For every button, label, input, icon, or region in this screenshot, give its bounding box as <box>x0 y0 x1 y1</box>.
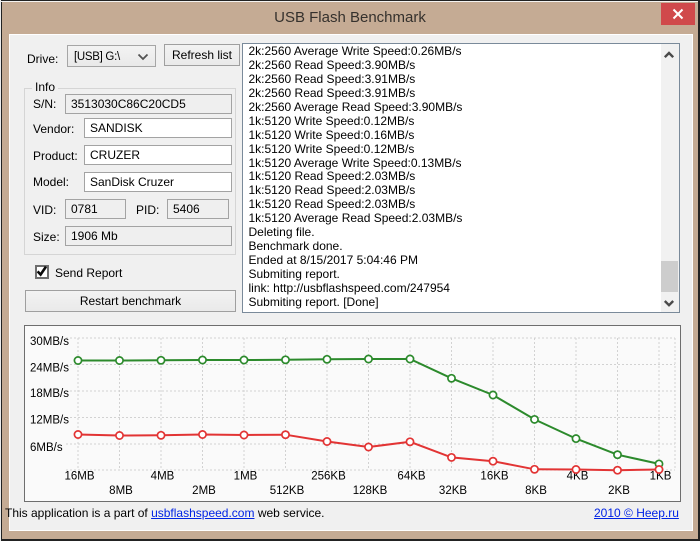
svg-text:12MB/s: 12MB/s <box>30 415 69 427</box>
svg-text:32KB: 32KB <box>439 485 467 497</box>
svg-text:2KB: 2KB <box>608 485 630 497</box>
svg-text:8KB: 8KB <box>525 485 547 497</box>
svg-text:16KB: 16KB <box>480 471 508 483</box>
svg-text:24MB/s: 24MB/s <box>30 363 69 375</box>
svg-text:2MB: 2MB <box>192 485 216 497</box>
svg-text:6MB/s: 6MB/s <box>30 442 63 454</box>
svg-text:16MB: 16MB <box>64 471 94 483</box>
svg-text:18MB/s: 18MB/s <box>30 388 69 400</box>
svg-text:30MB/s: 30MB/s <box>30 336 69 348</box>
svg-text:256KB: 256KB <box>311 471 346 483</box>
svg-text:1MB: 1MB <box>234 471 258 483</box>
svg-text:128KB: 128KB <box>353 485 388 497</box>
svg-text:64KB: 64KB <box>397 471 425 483</box>
svg-text:8MB: 8MB <box>109 485 133 497</box>
svg-text:512KB: 512KB <box>270 485 305 497</box>
svg-text:4MB: 4MB <box>151 471 175 483</box>
